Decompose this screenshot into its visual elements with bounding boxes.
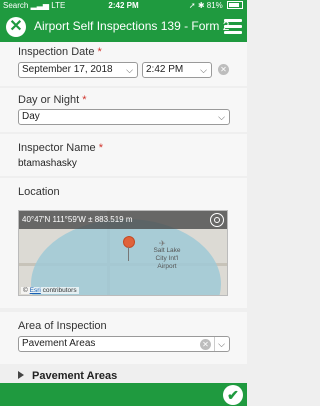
location-map[interactable]: 40°47'N 111°59'W ± 883.519 m ✈ Salt Lake…: [18, 210, 228, 296]
inspection-date-section: Inspection Date * September 17, 2018 ⌵ 2…: [0, 42, 247, 86]
esri-link[interactable]: Esri: [30, 287, 41, 294]
day-or-night-section: Day or Night * Day ⌵: [0, 88, 247, 132]
chevron-down-icon: ⌵: [200, 65, 207, 75]
inspector-name-value: btamashasky: [18, 158, 77, 169]
bluetooth-icon: ✱: [197, 1, 205, 10]
date-picker[interactable]: September 17, 2018 ⌵: [18, 62, 138, 78]
chevron-down-icon: ⌵: [214, 337, 225, 351]
inspector-name-label: Inspector Name *: [18, 142, 103, 154]
location-arrow-icon: ➚: [188, 1, 196, 10]
day-or-night-select[interactable]: Day ⌵: [18, 109, 230, 125]
close-icon[interactable]: ✕: [6, 17, 26, 37]
inspector-section: Inspector Name * btamashasky: [0, 134, 247, 176]
expand-triangle-icon: [18, 371, 24, 379]
clear-icon[interactable]: ✕: [200, 339, 211, 350]
time-picker[interactable]: 2:42 PM ⌵: [142, 62, 212, 78]
status-bar: Search ▂▃▅ LTE 2:42 PM ➚ ✱ 81%: [0, 0, 247, 12]
area-of-inspection-label: Area of Inspection: [18, 320, 107, 332]
pavement-areas-toggle[interactable]: Pavement Areas: [18, 370, 117, 382]
map-attribution: © Esri contributors: [21, 287, 79, 294]
chevron-down-icon: ⌵: [218, 112, 225, 122]
bottom-bar: [0, 383, 247, 406]
map-pin-stem: [128, 247, 129, 261]
chevron-down-icon: ⌵: [126, 65, 133, 75]
clear-icon[interactable]: ✕: [218, 64, 229, 75]
area-of-inspection-select[interactable]: Pavement Areas ✕ ⌵: [18, 336, 230, 352]
hamburger-menu-icon[interactable]: [224, 19, 242, 35]
day-or-night-label: Day or Night *: [18, 94, 87, 106]
accuracy-circle: [31, 219, 221, 295]
battery-percent: 81%: [206, 1, 223, 10]
status-right: ➚ ✱ 81%: [189, 0, 243, 12]
locate-icon[interactable]: [210, 213, 224, 227]
pavement-areas-title: Pavement Areas: [32, 370, 118, 382]
coordinates-text: 40°47'N 111°59'W ± 883.519 m: [22, 215, 133, 224]
coordinates-bar: 40°47'N 111°59'W ± 883.519 m: [19, 211, 227, 229]
battery-icon: [227, 1, 243, 9]
inspection-date-label: Inspection Date *: [18, 46, 102, 58]
form-title: Airport Self Inspections 139 - Form 2: [34, 19, 230, 33]
checkmark-icon[interactable]: ✔: [223, 385, 243, 405]
map-place-label: Salt Lake City Int'l Airport: [153, 247, 181, 270]
app-header: ✕ Airport Self Inspections 139 - Form 2: [0, 12, 247, 42]
location-label: Location: [18, 186, 60, 198]
map-pin-icon: [123, 236, 135, 248]
area-of-inspection-section: Area of Inspection Pavement Areas ✕ ⌵: [0, 312, 247, 364]
